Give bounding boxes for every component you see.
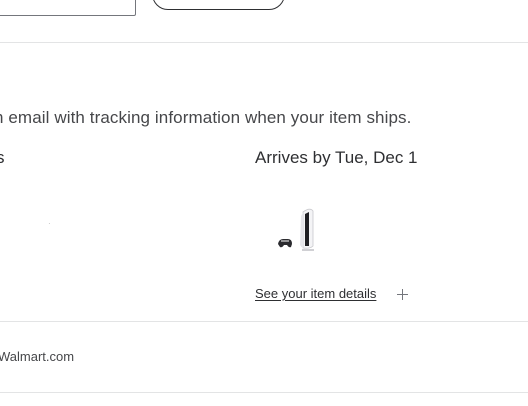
outline-button[interactable] [152,0,285,10]
plus-icon[interactable] [396,287,410,301]
divider [0,392,528,393]
divider [0,321,528,322]
see-item-details-link[interactable]: See your item details [255,286,376,301]
game-console-icon [278,208,314,251]
arrival-date-heading: Arrives by Tue, Dec 1 [255,148,418,167]
text-input[interactable] [0,0,136,16]
left-column-image: · [48,219,51,228]
divider [0,42,528,43]
tracking-info-text: n email with tracking information when y… [0,108,412,127]
left-column-heading: s [0,148,5,167]
site-name-text: Walmart.com [0,349,75,364]
